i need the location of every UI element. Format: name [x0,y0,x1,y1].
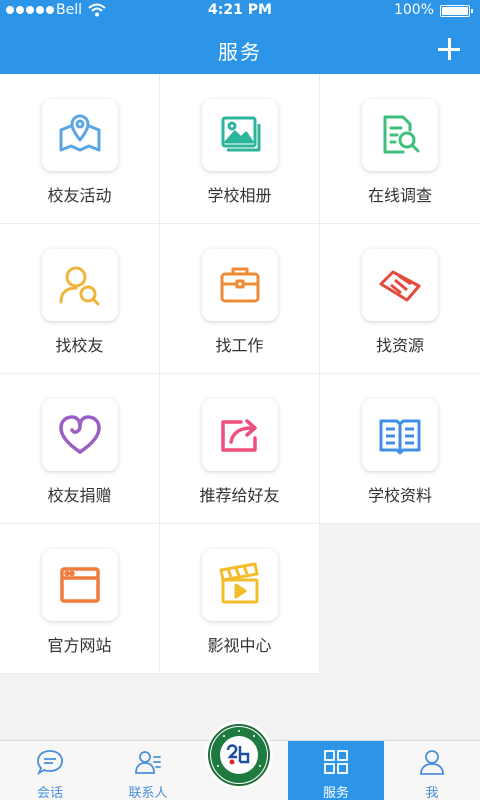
tab-services[interactable]: 服务 [288,741,384,800]
service-label: 影视中心 [207,636,272,655]
top-bar: Bell 4:21 PM 100% 服务 [0,0,480,74]
service-grid: 校友活动 学校相册 在线调查 找校友 找工作 找资源 校友捐赠 推荐给好友 学校… [0,74,480,674]
service-label: 在线调查 [367,186,432,205]
tab-chat[interactable]: 会话 [0,741,100,800]
contacts-icon [135,751,161,774]
service-label: 找校友 [55,336,104,355]
service-label: 推荐给好友 [199,486,280,505]
service-label: 找工作 [215,336,264,355]
grid-icon [324,750,348,774]
service-video-center[interactable]: 影视中心 [160,524,320,674]
chat-icon [37,750,63,776]
service-find-resources[interactable]: 找资源 [320,224,480,374]
service-official-site[interactable]: 官方网站 [0,524,160,674]
user-icon [420,750,444,775]
tab-me[interactable]: 我 [384,741,480,800]
heart-icon [42,399,118,471]
tab-label: 我 [425,786,439,800]
university-seal-icon [211,727,267,783]
service-recommend-friend[interactable]: 推荐给好友 [160,374,320,524]
page-title: 服务 [218,40,262,64]
briefcase-icon [202,249,278,321]
add-button[interactable] [436,36,462,62]
service-label: 校友捐赠 [47,486,112,505]
service-alumni-donation[interactable]: 校友捐赠 [0,374,160,524]
service-label: 学校相册 [207,186,272,205]
handshake-icon [362,249,438,321]
service-label: 学校资料 [367,486,432,505]
photo-album-icon [202,99,278,171]
status-bar: Bell 4:21 PM 100% [0,0,480,22]
browser-icon [42,549,118,621]
tab-label: 联系人 [128,786,168,800]
tab-label: 会话 [36,786,63,800]
book-icon [362,399,438,471]
person-search-icon [42,249,118,321]
service-school-album[interactable]: 学校相册 [160,74,320,224]
tab-label: 服务 [322,786,349,800]
service-label: 校友活动 [47,186,112,205]
document-search-icon [362,99,438,171]
service-label: 找资源 [375,336,424,355]
service-find-alumni[interactable]: 找校友 [0,224,160,374]
clapperboard-icon [202,549,278,621]
service-alumni-activity[interactable]: 校友活动 [0,74,160,224]
map-pin-icon [42,99,118,171]
tab-contacts[interactable]: 联系人 [100,741,196,800]
service-school-info[interactable]: 学校资料 [320,374,480,524]
service-online-survey[interactable]: 在线调查 [320,74,480,224]
university-logo[interactable] [208,724,270,786]
share-icon [202,399,278,471]
battery-icon [440,5,473,17]
service-find-job[interactable]: 找工作 [160,224,320,374]
service-label: 官方网站 [47,636,112,655]
battery-percent: 100% [393,2,434,18]
